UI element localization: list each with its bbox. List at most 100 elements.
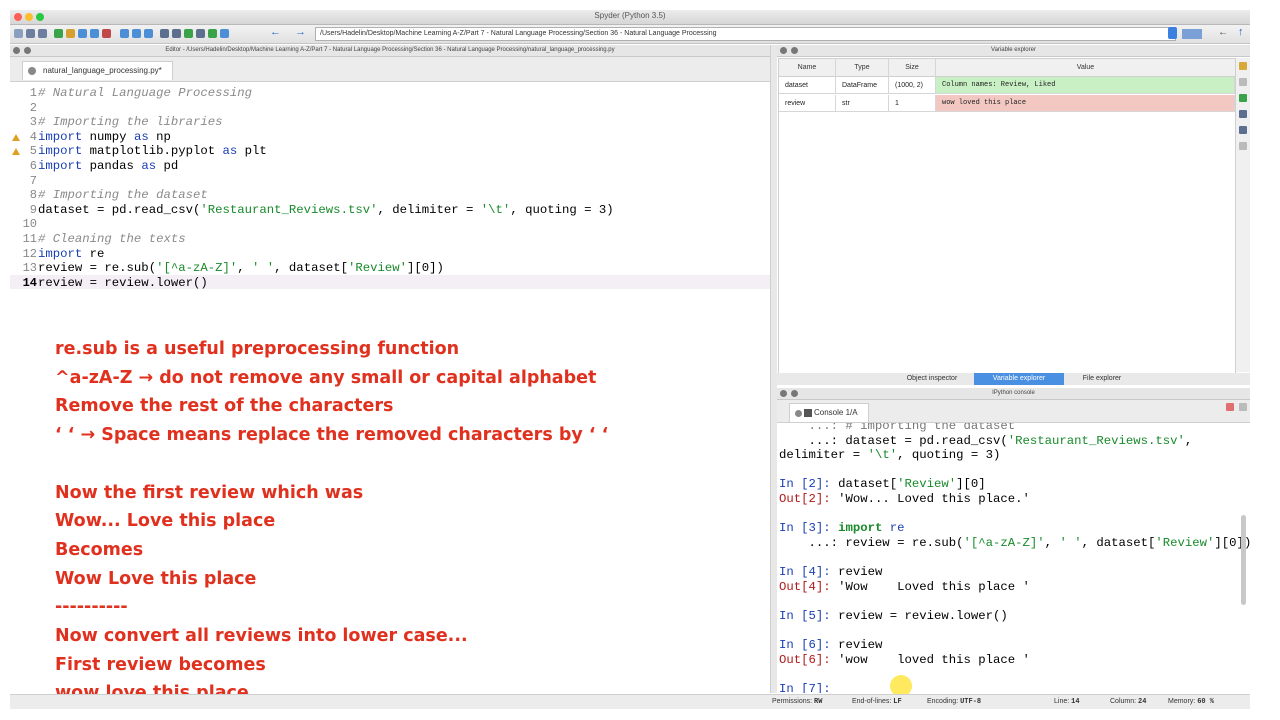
stop-icon[interactable]	[102, 29, 111, 38]
code-token: review = review.lower()	[38, 275, 208, 290]
unindent-icon[interactable]	[132, 29, 141, 38]
maximize-pane-icon[interactable]	[160, 29, 169, 38]
comment-icon[interactable]	[144, 29, 153, 38]
save-data-icon[interactable]	[1239, 110, 1247, 118]
console-token: , quoting = 3)	[897, 448, 1001, 463]
code-token: as	[133, 129, 149, 144]
line-number: 1	[29, 86, 37, 100]
code-token: import	[38, 144, 83, 159]
code-token: np	[148, 129, 171, 144]
code-token: 'Restaurant_Reviews.tsv'	[200, 202, 378, 217]
download-icon[interactable]	[1239, 94, 1247, 102]
console-pane-header: IPython console	[777, 388, 1250, 400]
close-tab-icon[interactable]	[28, 67, 36, 75]
preferences-icon[interactable]	[172, 29, 181, 38]
line-number: 9	[29, 202, 37, 217]
indent-icon[interactable]	[120, 29, 129, 38]
console-token: 2	[808, 492, 816, 506]
new-file-icon[interactable]	[14, 29, 23, 38]
browse-folder-icon[interactable]	[1182, 29, 1202, 39]
console-token: ]:	[815, 579, 839, 594]
variable-type-cell[interactable]: DataFrame	[836, 77, 889, 94]
console-token: ][0]	[956, 477, 986, 492]
variable-value-cell[interactable]: Column names: Review, Liked	[936, 77, 1235, 94]
console-icon[interactable]	[208, 29, 217, 38]
console-token: dataset[	[838, 477, 898, 492]
code-token: numpy	[82, 129, 134, 144]
console-token: review	[838, 638, 883, 652]
console-token: 'Restaurant_Reviews.tsv'	[1007, 433, 1185, 448]
options-icon[interactable]	[1239, 142, 1247, 150]
stop-kernel-icon[interactable]	[1226, 403, 1234, 411]
tab-console-1a[interactable]: Console 1/A	[789, 403, 869, 422]
console-token: 'Review'	[897, 477, 957, 492]
console-token: re	[882, 521, 905, 536]
console-scrollbar[interactable]	[1241, 515, 1246, 605]
python-path-icon[interactable]	[184, 29, 193, 38]
close-pane-icon[interactable]	[13, 47, 20, 54]
directory-dropdown-icon[interactable]	[1168, 27, 1177, 39]
console-options-icon[interactable]	[1239, 403, 1247, 411]
undock-pane-icon[interactable]	[791, 390, 798, 397]
save-icon[interactable]	[26, 29, 35, 38]
tab-natural-language-processing[interactable]: natural_language_processing.py*	[22, 61, 173, 80]
column-header-size[interactable]: Size	[889, 59, 936, 77]
import-data-icon[interactable]	[1239, 62, 1247, 70]
close-pane-icon[interactable]	[780, 390, 787, 397]
pane-splitter[interactable]	[770, 45, 777, 693]
console-token: Out[	[779, 579, 809, 594]
editor-tab-label: natural_language_processing.py*	[43, 66, 162, 75]
undock-pane-icon[interactable]	[791, 47, 798, 54]
close-tab-icon[interactable]	[795, 410, 802, 417]
parent-dir-icon[interactable]: ←	[1218, 27, 1228, 38]
console-token: '\t'	[867, 448, 898, 463]
code-editor[interactable]: 1 # Natural Language Processing 2 3 # Import…	[10, 82, 770, 703]
code-token: '\t'	[480, 202, 511, 217]
tab-variable-explorer[interactable]: Variable explorer	[974, 373, 1064, 385]
code-token: re	[82, 246, 105, 261]
run-icon[interactable]	[54, 29, 63, 38]
warning-icon[interactable]	[12, 133, 20, 141]
column-header-type[interactable]: Type	[836, 59, 889, 77]
step-icon[interactable]	[90, 29, 99, 38]
warning-icon[interactable]	[12, 148, 20, 156]
debug-icon[interactable]	[78, 29, 87, 38]
code-token: plt	[237, 144, 267, 159]
variable-value-cell[interactable]: wow loved this place	[936, 95, 1235, 112]
annotation-line: Remove the rest of the characters	[55, 396, 394, 417]
console-token: In [	[779, 638, 809, 652]
tab-object-inspector[interactable]: Object inspector	[892, 373, 972, 385]
code-token: # Importing the dataset	[38, 188, 208, 203]
column-header-value[interactable]: Value	[936, 59, 1235, 77]
tab-file-explorer[interactable]: File explorer	[1067, 373, 1137, 385]
line-number: 7	[29, 173, 37, 188]
variable-name-cell[interactable]: review	[779, 95, 836, 112]
annotation-line: re.sub is a useful preprocessing functio…	[55, 339, 460, 359]
forward-arrow-icon[interactable]: →	[295, 26, 306, 38]
working-directory-field[interactable]: /Users/Hadelin/Desktop/Machine Learning …	[315, 27, 1176, 41]
variable-explorer-header: Variable explorer	[777, 45, 1250, 57]
variable-size-cell[interactable]: (1000, 2)	[889, 77, 936, 94]
close-pane-icon[interactable]	[780, 47, 787, 54]
save-as-icon[interactable]	[1239, 126, 1247, 134]
code-token: ][0])	[407, 261, 444, 276]
console-token: 6	[808, 652, 816, 667]
help-icon[interactable]	[220, 29, 229, 38]
tools-icon[interactable]	[196, 29, 205, 38]
run-cell-icon[interactable]	[66, 29, 75, 38]
save-all-icon[interactable]	[38, 29, 47, 38]
editor-title: Editor - /Users/Hadelin/Desktop/Machine …	[165, 47, 615, 53]
variable-type-cell[interactable]: str	[836, 95, 889, 112]
column-header-name[interactable]: Name	[779, 59, 836, 77]
refresh-icon[interactable]	[1239, 78, 1247, 86]
ipython-console[interactable]: ...: # importing the dataset ...: datase…	[777, 423, 1250, 693]
variable-size-cell[interactable]: 1	[889, 95, 936, 112]
variable-name-cell[interactable]: dataset	[779, 77, 836, 94]
up-arrow-icon[interactable]: ↑	[1238, 26, 1244, 38]
back-arrow-icon[interactable]: ←	[270, 26, 281, 38]
console-line: In [6]: review	[779, 638, 882, 652]
code-token: , dataset[	[274, 261, 348, 276]
undock-pane-icon[interactable]	[24, 47, 31, 54]
annotation-line: Now the first review which was	[55, 482, 364, 503]
console-token: 5	[808, 608, 816, 623]
